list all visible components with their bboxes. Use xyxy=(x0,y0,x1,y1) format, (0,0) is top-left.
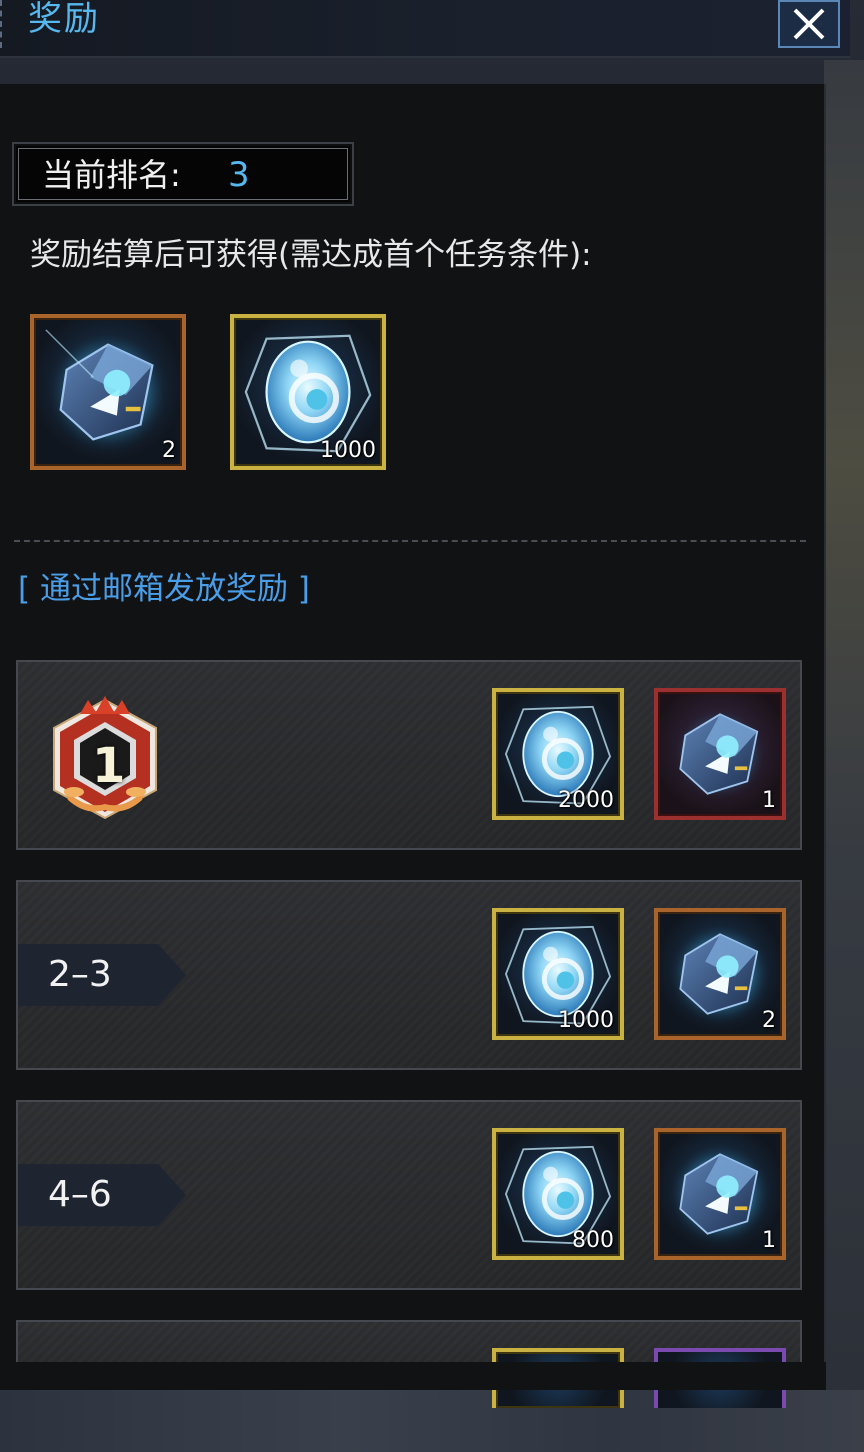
reward-item-crystal-cube[interactable]: 1 xyxy=(654,688,786,820)
reward-quantity: 1 xyxy=(762,1228,776,1253)
mail-rewards-label: [ 通过邮箱发放奖励 ] xyxy=(18,571,310,607)
reward-item-crystal-gem[interactable]: 1000 xyxy=(230,314,386,470)
reward-item-crystal-gem[interactable]: 1000 xyxy=(492,908,624,1040)
tier-row-rank-2-3: 2–3 1000 2 xyxy=(16,880,802,1070)
dialog-header: 奖励 xyxy=(0,0,850,58)
rank-range-label: 2–3 xyxy=(48,954,112,995)
reward-item-crystal-gem[interactable]: 800 xyxy=(492,1128,624,1260)
current-rank-label: 当前排名: xyxy=(42,156,181,194)
reward-item-crystal-gem[interactable]: 2000 xyxy=(492,688,624,820)
rank-range-tag: 4–6 xyxy=(18,1164,186,1226)
section-divider xyxy=(14,540,806,542)
list-clip-edge xyxy=(0,1362,826,1390)
tier-row-rank-1: 1 2000 1 xyxy=(16,660,802,850)
reward-item-crystal-cube[interactable]: 2 xyxy=(30,314,186,470)
reward-quantity: 2000 xyxy=(558,788,614,813)
dialog-title: 奖励 xyxy=(28,0,100,39)
close-icon xyxy=(793,8,825,40)
reward-quantity: 2 xyxy=(162,438,176,463)
rank-1-badge-number: 1 xyxy=(92,738,126,794)
reward-quantity: 1000 xyxy=(558,1008,614,1033)
reward-item-crystal-cube[interactable]: 2 xyxy=(654,908,786,1040)
reward-quantity: 2 xyxy=(762,1008,776,1033)
rank-range-label: 4–6 xyxy=(48,1174,112,1215)
reward-quantity: 1000 xyxy=(320,438,376,463)
header-edge-decoration xyxy=(0,0,4,48)
rank-range-tag: 2–3 xyxy=(18,944,186,1006)
reward-quantity: 1 xyxy=(762,788,776,813)
close-button[interactable] xyxy=(778,0,840,48)
reward-quantity: 800 xyxy=(572,1228,614,1253)
current-rank-value: 3 xyxy=(228,155,250,195)
tier-row-rank-4-6: 4–6 800 1 xyxy=(16,1100,802,1290)
settlement-note: 奖励结算后可获得(需达成首个任务条件): xyxy=(30,237,592,273)
reward-item-crystal-cube[interactable]: 1 xyxy=(654,1128,786,1260)
crystal-cube-icon xyxy=(45,329,171,455)
